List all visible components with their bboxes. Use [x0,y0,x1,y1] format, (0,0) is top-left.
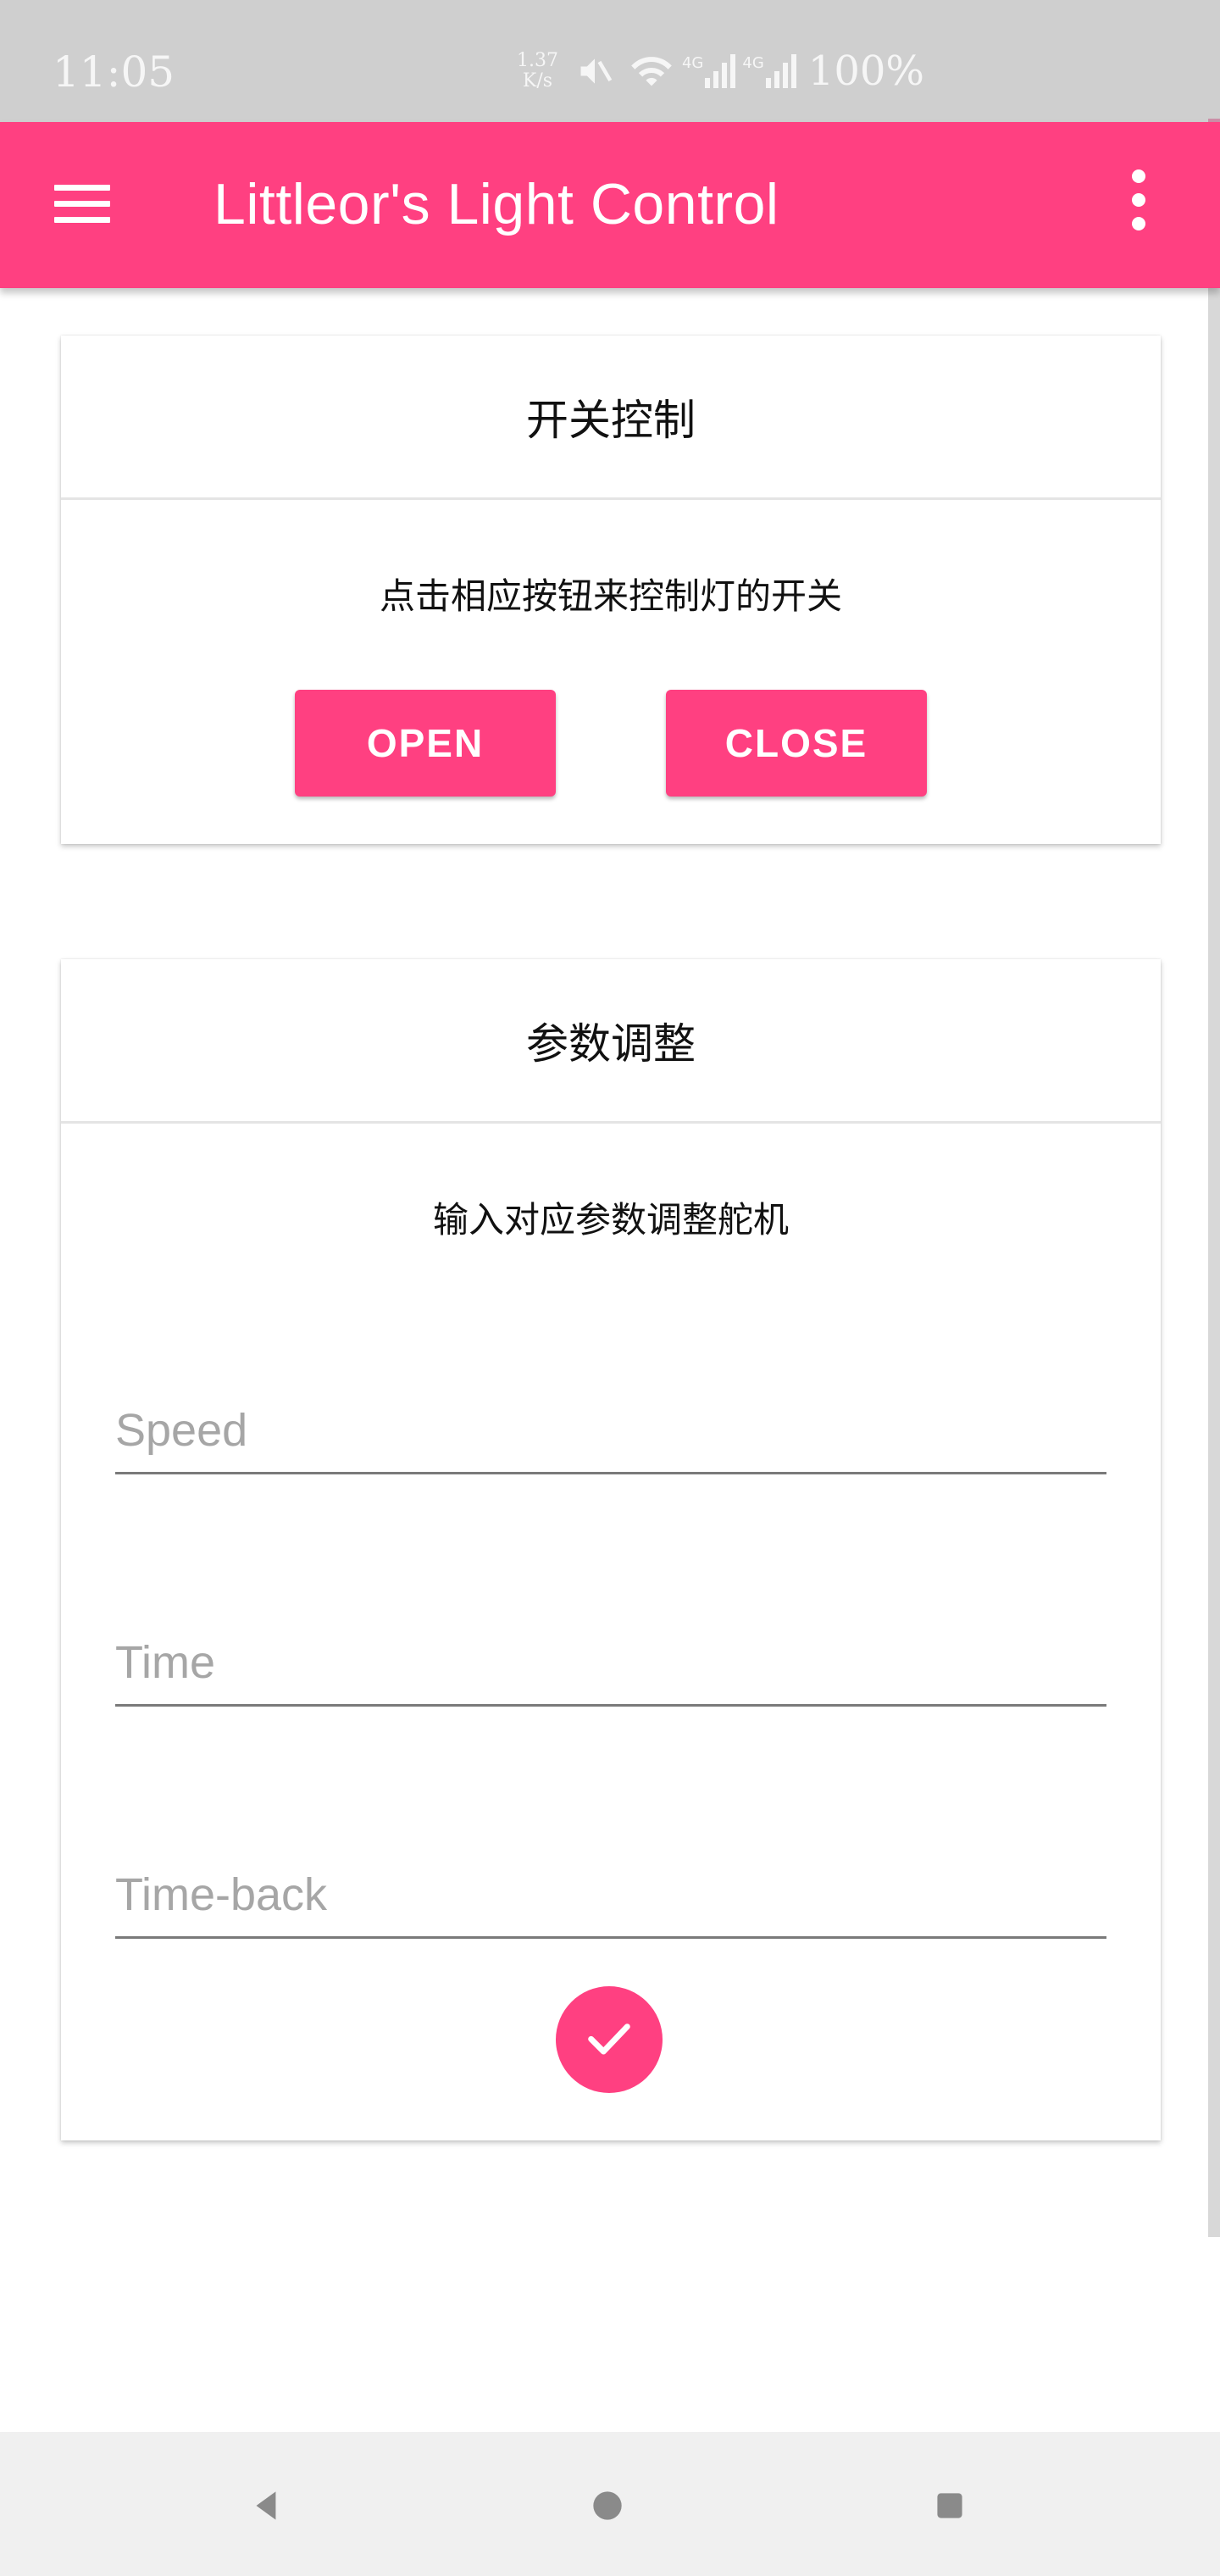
status-bar: 11:05 1.37 K/s 4G 4G 100% [0,0,1220,122]
parameter-card: 参数调整 输入对应参数调整舵机 [61,959,1161,2140]
time-back-input[interactable] [115,1854,1106,1935]
system-nav-bar [0,2432,1220,2576]
volume-off-icon [575,53,614,90]
app-bar: Littleor's Light Control [0,122,1220,288]
network-speed-value: 1.37 [517,50,558,71]
card-title: 开关控制 [61,336,1161,500]
status-icons: 1.37 K/s 4G 4G 100% [517,47,924,95]
battery-level: 100% [807,47,925,95]
status-time: 11:05 [53,47,175,97]
network-speed-unit: K/s [522,70,553,92]
nav-recents-icon[interactable] [929,2484,971,2527]
speed-field [115,1390,1106,1474]
wifi-icon [629,53,674,90]
scrollbar[interactable] [1208,119,1220,2237]
signal-label-1: 4G [681,54,704,72]
signal-label-2: 4G [742,54,764,72]
open-button[interactable]: OPEN [295,690,556,797]
switch-control-card: 开关控制 点击相应按钮来控制灯的开关 OPEN CLOSE [61,336,1161,844]
time-back-field [115,1854,1106,1939]
network-speed: 1.37 K/s [517,51,558,92]
nav-home-icon[interactable] [586,2484,629,2527]
hamburger-menu-icon[interactable] [54,185,110,225]
cell-signal-icon: 4G [681,54,736,88]
card-title: 参数调整 [61,959,1161,1124]
more-vert-icon[interactable] [1127,169,1151,241]
check-icon [582,2011,636,2068]
app-title: Littleor's Light Control [214,172,779,236]
close-button[interactable]: CLOSE [666,690,927,797]
cell-signal-icon: 4G [742,54,796,88]
card-description: 点击相应按钮来控制灯的开关 [379,575,842,617]
speed-input[interactable] [115,1390,1106,1471]
time-field [115,1622,1106,1707]
submit-button[interactable] [556,1986,663,2093]
time-input[interactable] [115,1622,1106,1703]
nav-back-icon[interactable] [246,2484,288,2527]
card-description: 输入对应参数调整舵机 [432,1199,789,1241]
